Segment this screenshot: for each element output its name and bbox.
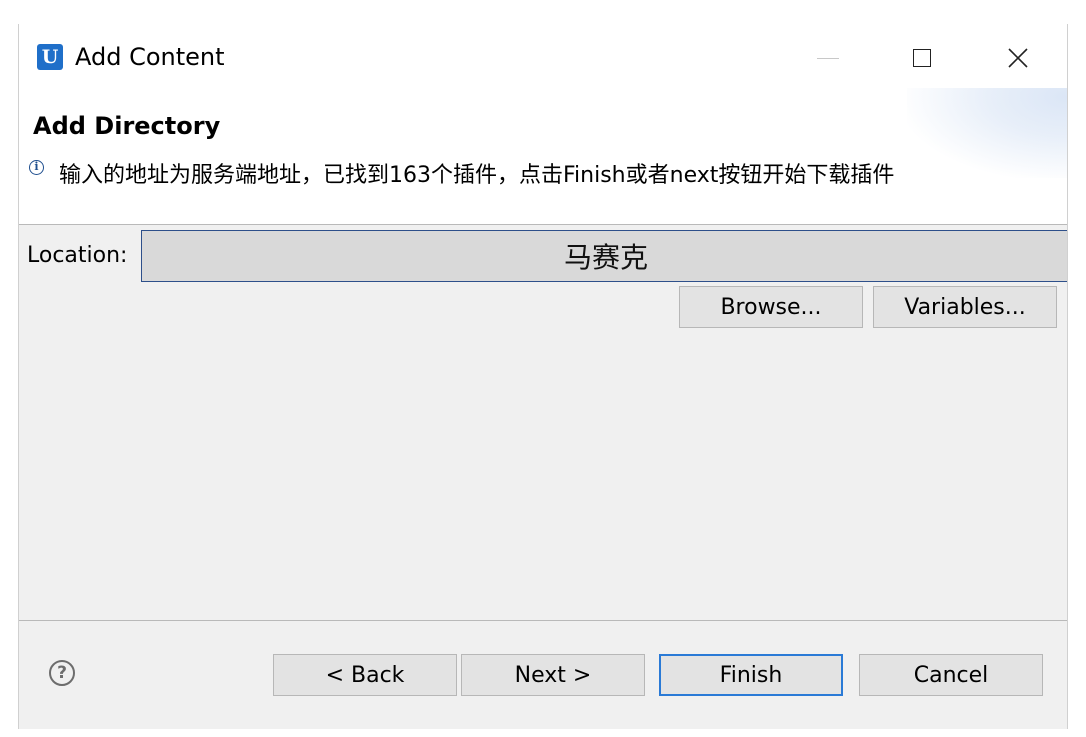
maximize-button[interactable] bbox=[899, 38, 945, 78]
info-icon: i bbox=[29, 160, 44, 175]
help-icon[interactable]: ? bbox=[49, 660, 75, 686]
cancel-button[interactable]: Cancel bbox=[859, 654, 1043, 696]
minimize-button[interactable] bbox=[805, 38, 851, 78]
location-input[interactable] bbox=[141, 230, 1067, 282]
add-content-dialog: U Add Content Add Directory i 输入的地址为服务端地… bbox=[18, 24, 1068, 729]
close-icon bbox=[1008, 48, 1028, 68]
page-title: Add Directory bbox=[33, 112, 221, 140]
browse-button[interactable]: Browse... bbox=[679, 286, 863, 328]
footer-divider bbox=[19, 620, 1067, 621]
finish-button[interactable]: Finish bbox=[659, 654, 843, 696]
app-logo-icon: U bbox=[37, 44, 63, 70]
next-button[interactable]: Next > bbox=[461, 654, 645, 696]
minimize-icon bbox=[817, 57, 839, 59]
variables-button[interactable]: Variables... bbox=[873, 286, 1057, 328]
close-button[interactable] bbox=[995, 38, 1041, 78]
wizard-header: Add Directory i 输入的地址为服务端地址，已找到163个插件，点击… bbox=[19, 88, 1067, 225]
maximize-icon bbox=[913, 49, 931, 67]
window-title: Add Content bbox=[75, 43, 225, 71]
location-label: Location: bbox=[27, 243, 128, 268]
info-message: 输入的地址为服务端地址，已找到163个插件，点击Finish或者next按钮开始… bbox=[59, 163, 895, 188]
title-bar[interactable]: U Add Content bbox=[19, 24, 1067, 88]
back-button[interactable]: < Back bbox=[273, 654, 457, 696]
